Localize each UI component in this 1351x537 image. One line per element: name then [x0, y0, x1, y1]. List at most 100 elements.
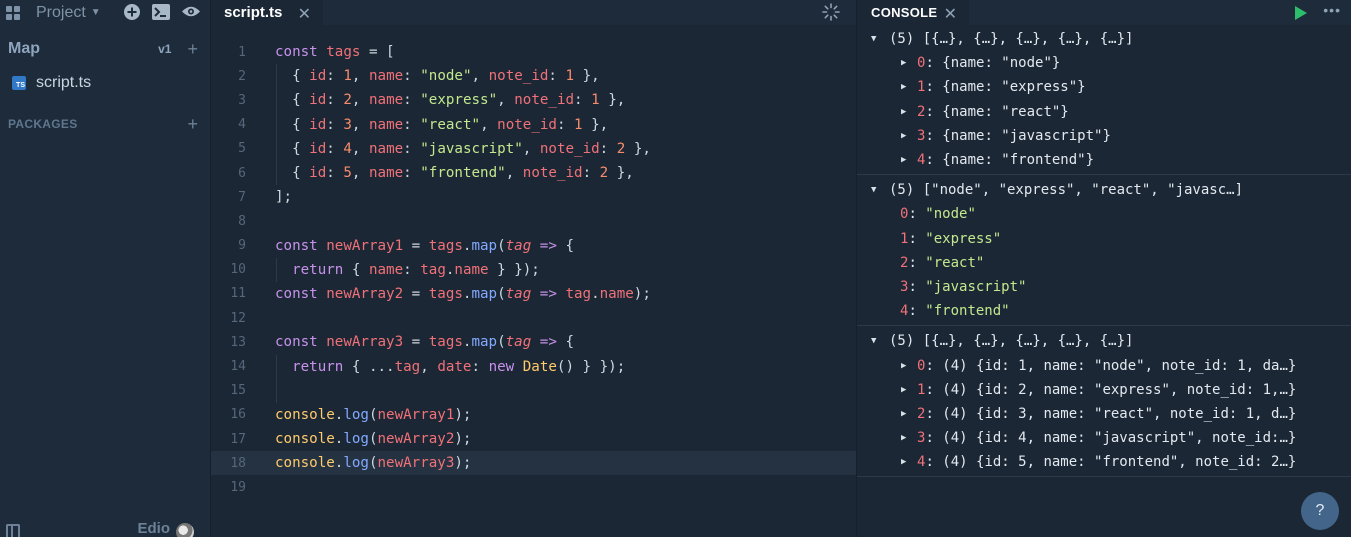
code-token: id	[309, 165, 327, 182]
line-number: 9	[238, 238, 246, 254]
code-line[interactable]: 5 { id: 4, name: "javascript", note_id: …	[211, 137, 856, 161]
triangle-right-icon[interactable]: ▶	[901, 58, 911, 68]
tab-console[interactable]: CONSOLE ✕	[857, 0, 969, 25]
triangle-right-icon[interactable]: ▶	[901, 131, 911, 141]
code-line[interactable]: 14 return { ...tag, date: new Date() } }…	[211, 354, 856, 378]
console-row[interactable]: 2: "react"	[857, 251, 1351, 275]
console-row-separator: :	[925, 103, 943, 120]
console-row[interactable]: ▶ 1: (4) {id: 2, name: "express", note_id…	[857, 378, 1351, 402]
plus-icon[interactable]: +	[187, 40, 198, 58]
code-token: tag	[505, 334, 532, 351]
play-icon[interactable]	[1295, 6, 1307, 20]
console-array-header[interactable]: ▼ (5) [{…}, {…}, {…}, {…}, {…}]	[857, 329, 1351, 353]
code-line[interactable]: 1 const tags = [	[211, 40, 856, 64]
tab-script-ts[interactable]: script.ts ✕	[211, 0, 323, 25]
console-row[interactable]: 0: "node"	[857, 202, 1351, 226]
console-row[interactable]: ▶ 2: {name: "react"}	[857, 100, 1351, 124]
close-icon[interactable]: ✕	[944, 4, 957, 24]
code-line[interactable]: 11 const newArray2 = tags.map(tag => tag.…	[211, 282, 856, 306]
code-line[interactable]: 9 const newArray1 = tags.map(tag => {	[211, 234, 856, 258]
code-line[interactable]: 8	[211, 209, 856, 233]
line-number: 2	[238, 68, 246, 84]
triangle-right-icon[interactable]: ▶	[901, 385, 911, 395]
line-number: 6	[238, 165, 246, 181]
console-row[interactable]: ▶ 1: {name: "express"}	[857, 75, 1351, 99]
code-line[interactable]: 3 { id: 2, name: "express", note_id: 1 }…	[211, 88, 856, 112]
code-line[interactable]: 12	[211, 306, 856, 330]
code-token: { ...	[351, 358, 395, 375]
console-row[interactable]: ▶ 4: (4) {id: 5, name: "frontend", note_i…	[857, 450, 1351, 474]
console-row[interactable]: 3: "javascript"	[857, 275, 1351, 299]
code-line[interactable]: 13 const newArray3 = tags.map(tag => {	[211, 330, 856, 354]
triangle-down-icon[interactable]: ▼	[871, 185, 881, 195]
code-token: ,	[351, 165, 369, 182]
help-button[interactable]: ?	[1301, 492, 1339, 530]
code-token: console	[275, 431, 335, 448]
code-line[interactable]: 17 console.log(newArray2);	[211, 427, 856, 451]
file-item-script-ts[interactable]: TS script.ts	[12, 74, 91, 92]
code-token: :	[599, 140, 617, 157]
code-area[interactable]: 1 const tags = [2 { id: 1, name: "node", …	[211, 40, 856, 500]
console-row[interactable]: 4: "frontend"	[857, 299, 1351, 323]
code-token: map	[471, 285, 498, 302]
map-version[interactable]: v1	[158, 42, 171, 56]
triangle-right-icon[interactable]: ▶	[901, 155, 911, 165]
code-token: note_id	[488, 68, 549, 85]
user-menu[interactable]: Edio	[138, 520, 194, 537]
plus-circle-icon[interactable]	[124, 4, 140, 20]
code-line[interactable]: 16 console.log(newArray1);	[211, 403, 856, 427]
code-line[interactable]: 4 { id: 3, name: "react", note_id: 1 },	[211, 113, 856, 137]
triangle-right-icon[interactable]: ▶	[901, 457, 911, 467]
plus-icon[interactable]: +	[187, 115, 198, 133]
code-token: );	[454, 406, 472, 423]
console-row-key: 3	[917, 430, 926, 447]
console-row-key: 1	[917, 381, 926, 398]
chevron-down-icon[interactable]: ▼	[91, 7, 101, 18]
console-log-entry: ▼ (5) ["node", "express", "react", "javas…	[857, 175, 1351, 327]
console-row-value: (4) {id: 2, name: "express", note_id: 1,…	[942, 381, 1297, 398]
console-array-header[interactable]: ▼ (5) ["node", "express", "react", "javas…	[857, 178, 1351, 202]
console-row[interactable]: ▶ 0: (4) {id: 1, name: "node", note_id: 1…	[857, 353, 1351, 377]
code-token: (	[368, 431, 378, 448]
triangle-right-icon[interactable]: ▶	[901, 361, 911, 371]
project-menu[interactable]: Project	[36, 4, 86, 22]
console-row[interactable]: ▶ 4: {name: "frontend"}	[857, 148, 1351, 172]
console-row[interactable]: ▶ 3: (4) {id: 4, name: "javascript", note…	[857, 426, 1351, 450]
code-token: newArray1	[377, 406, 455, 423]
code-line[interactable]: 18 console.log(newArray3);	[211, 451, 856, 476]
console-row[interactable]: ▶ 2: (4) {id: 3, name: "react", note_id: …	[857, 402, 1351, 426]
code-token: log	[343, 431, 369, 448]
code-text: return { ...tag, date: new Date() } });	[259, 359, 625, 375]
console-log-entry: ▼ (5) [{…}, {…}, {…}, {…}, {…}] ▶ 0: (4) {i…	[857, 326, 1351, 478]
triangle-right-icon[interactable]: ▶	[901, 82, 911, 92]
code-token: "react"	[420, 116, 481, 133]
console-row[interactable]: ▶ 0: {name: "node"}	[857, 51, 1351, 75]
code-line[interactable]: 19	[211, 475, 856, 499]
console-row[interactable]: 1: "express"	[857, 227, 1351, 251]
more-icon[interactable]: •••	[1323, 2, 1341, 18]
console-array-header[interactable]: ▼ (5) [{…}, {…}, {…}, {…}, {…}]	[857, 27, 1351, 51]
grid-icon[interactable]	[6, 5, 20, 20]
code-line[interactable]: 6 { id: 5, name: "frontend", note_id: 2 …	[211, 161, 856, 185]
code-token: ,	[471, 68, 489, 85]
code-line[interactable]: 7];	[211, 185, 856, 209]
code-token: ,	[522, 140, 540, 157]
code-token: },	[599, 92, 626, 109]
close-icon[interactable]: ✕	[298, 4, 311, 24]
eye-icon[interactable]	[182, 5, 200, 18]
code-line[interactable]: 15	[211, 379, 856, 403]
triangle-right-icon[interactable]: ▶	[901, 409, 911, 419]
triangle-down-icon[interactable]: ▼	[871, 336, 881, 346]
triangle-right-icon[interactable]: ▶	[901, 107, 911, 117]
tab-label: script.ts	[224, 4, 283, 21]
triangle-down-icon[interactable]: ▼	[871, 34, 881, 44]
panel-icon[interactable]	[6, 524, 20, 537]
code-line[interactable]: 2 { id: 1, name: "node", note_id: 1 },	[211, 64, 856, 88]
code-token: return	[275, 358, 352, 375]
triangle-right-icon[interactable]: ▶	[901, 433, 911, 443]
line-number: 17	[230, 431, 246, 447]
console-row[interactable]: ▶ 3: {name: "javascript"}	[857, 124, 1351, 148]
terminal-icon[interactable]	[152, 4, 170, 20]
code-line[interactable]: 10 return { name: tag.name } });	[211, 258, 856, 282]
console-row-separator: :	[925, 127, 943, 144]
